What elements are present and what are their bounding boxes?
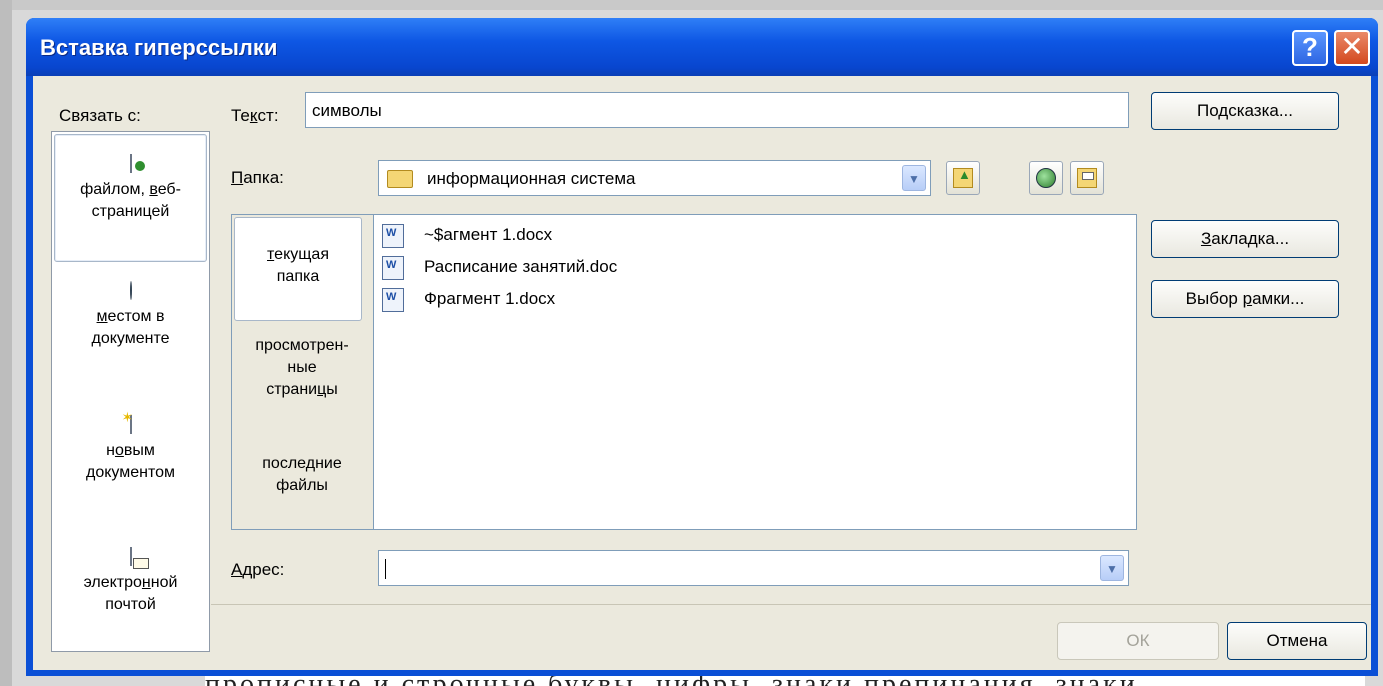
backdrop-top: [0, 0, 1383, 10]
place-in-document-icon: [120, 280, 142, 304]
close-icon: ✕: [1340, 31, 1364, 62]
text-to-display-input[interactable]: символы: [305, 92, 1129, 128]
link-place-in-document[interactable]: местом в документе: [52, 276, 209, 386]
link-email-address[interactable]: электронной почтой: [52, 542, 209, 652]
link-with-label: Связать с:: [59, 106, 141, 125]
bookmark-button[interactable]: Закладка...: [1151, 220, 1339, 258]
look-in-combobox[interactable]: информационная система ▼: [378, 160, 931, 196]
address-label: Адрес:: [231, 560, 285, 579]
recent-files-tab[interactable]: последние файлы: [232, 453, 372, 513]
text-to-display-value: символы: [312, 101, 382, 120]
close-button[interactable]: ✕: [1334, 30, 1370, 66]
chevron-down-icon[interactable]: ▼: [1100, 555, 1124, 581]
email-address-icon: [120, 546, 142, 570]
look-in-bar: текущая папка просмотрен- ные страницы п…: [232, 215, 374, 529]
browse-file-button[interactable]: [1070, 161, 1104, 195]
folder-icon: [387, 170, 413, 188]
ok-button[interactable]: ОК: [1057, 622, 1219, 660]
link-new-document[interactable]: новым документом: [52, 410, 209, 520]
backdrop-left: [0, 0, 12, 686]
new-document-icon: [120, 414, 142, 438]
browsed-pages-tab[interactable]: просмотрен- ные страницы: [232, 335, 372, 415]
text-caret: [385, 559, 386, 579]
dialog-body: Связать с: файлом, веб- страницей местом…: [33, 76, 1371, 670]
cancel-button[interactable]: Отмена: [1227, 622, 1367, 660]
help-button[interactable]: ?: [1292, 30, 1328, 66]
screentip-button[interactable]: Подсказка...: [1151, 92, 1339, 130]
web-page-file-icon: [120, 153, 142, 177]
help-icon: ?: [1302, 32, 1318, 62]
look-in-label: Папка:: [231, 168, 284, 187]
word-document-icon: [382, 224, 404, 248]
up-one-folder-button[interactable]: [946, 161, 980, 195]
title-bar[interactable]: Вставка гиперссылки ? ✕: [26, 18, 1378, 76]
insert-hyperlink-dialog: Вставка гиперссылки ? ✕ Связать с: файло…: [26, 18, 1378, 676]
link-existing-file-or-web-page[interactable]: файлом, веб- страницей: [54, 134, 207, 262]
current-folder-tab[interactable]: текущая папка: [234, 217, 362, 321]
target-frame-button[interactable]: Выбор рамки...: [1151, 280, 1339, 318]
word-document-icon: [382, 256, 404, 280]
file-browser: текущая папка просмотрен- ные страницы п…: [231, 214, 1137, 530]
chevron-down-icon[interactable]: ▼: [902, 165, 926, 191]
up-folder-icon: [953, 167, 973, 188]
browse-web-icon: [1036, 168, 1056, 188]
open-folder-icon: [1077, 168, 1097, 188]
link-with-bar: файлом, веб- страницей местом в документ…: [51, 131, 210, 652]
dialog-title: Вставка гиперссылки: [40, 35, 278, 60]
address-input[interactable]: ▼: [378, 550, 1129, 586]
divider: [211, 604, 1371, 605]
word-document-icon: [382, 288, 404, 312]
browse-web-button[interactable]: [1029, 161, 1063, 195]
look-in-value: информационная система: [427, 169, 636, 188]
text-to-display-label: Текст:: [231, 106, 279, 125]
